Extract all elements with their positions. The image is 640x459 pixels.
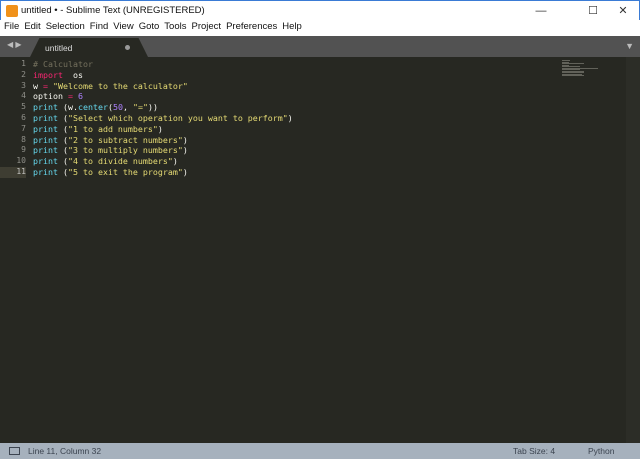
code-token: (: [57, 123, 68, 134]
code-token: "2 to subtract numbers": [67, 134, 183, 145]
tab-size-selector[interactable]: Tab Size: 4: [513, 446, 555, 456]
code-token: "5 to exit the program": [67, 166, 183, 177]
code-token: print: [33, 112, 58, 123]
panel-toggle-icon[interactable]: [9, 447, 20, 455]
code-token: ): [172, 156, 178, 167]
close-button[interactable]: ✕: [608, 3, 638, 19]
tab-menu-icon[interactable]: ▼: [625, 41, 634, 51]
code-editor[interactable]: 1 2 3 4 5 6 7 8 9 10 11 # Calculator import os w = "…: [0, 57, 640, 443]
status-bar: Line 11, Column 32 Tab Size: 4 Python: [0, 443, 640, 459]
menu-help[interactable]: Help: [278, 20, 302, 36]
code-token: option: [33, 91, 68, 102]
tab-nav-arrows-icon[interactable]: ◀ ▶: [7, 40, 22, 49]
code-line[interactable]: print (w.center(50, "=")): [33, 102, 570, 113]
code-token: (w.: [57, 102, 78, 113]
code-token: (: [57, 166, 68, 177]
code-line[interactable]: option = 6: [33, 91, 570, 102]
code-token: 6: [72, 91, 83, 102]
syntax-selector[interactable]: Python: [588, 446, 614, 456]
code-token: print: [33, 166, 58, 177]
code-line[interactable]: print ("Select which operation you want …: [33, 113, 570, 124]
code-area[interactable]: # Calculator import os w = "Welcome to the…: [33, 59, 570, 178]
code-token: w: [33, 80, 43, 91]
code-line[interactable]: # Calculator: [33, 59, 570, 70]
menu-edit[interactable]: Edit: [20, 20, 40, 36]
code-token: # Calculator: [33, 59, 93, 69]
code-token: ): [287, 112, 293, 123]
menu-view[interactable]: View: [109, 20, 133, 36]
code-token: (: [57, 112, 68, 123]
line-number: 4: [21, 91, 26, 101]
vertical-scrollbar[interactable]: [626, 57, 640, 443]
code-token: "3 to multiply numbers": [67, 145, 183, 156]
code-token: print: [33, 145, 58, 156]
code-token: (: [57, 156, 68, 167]
code-line[interactable]: print ("2 to subtract numbers"): [33, 135, 570, 146]
code-line[interactable]: import os: [33, 70, 570, 81]
menu-goto[interactable]: Goto: [135, 20, 160, 36]
menu-file[interactable]: File: [0, 20, 19, 36]
cursor-position: Line 11, Column 32: [28, 446, 102, 456]
line-number: 3: [21, 80, 26, 90]
code-token: "Welcome to the calculator": [48, 80, 188, 91]
line-number: 9: [21, 145, 26, 155]
minimap[interactable]: [562, 60, 598, 76]
code-line[interactable]: print ("4 to divide numbers"): [33, 156, 570, 167]
line-number: 5: [21, 102, 26, 112]
code-token: "=": [132, 102, 148, 113]
line-number-gutter: 1 2 3 4 5 6 7 8 9 10 11: [0, 59, 26, 178]
maximize-button[interactable]: ☐: [578, 3, 608, 19]
code-token: ): [182, 145, 188, 156]
menu-preferences[interactable]: Preferences: [222, 20, 277, 36]
line-number: 8: [21, 134, 26, 144]
window-title: untitled • - Sublime Text (UNREGISTERED): [21, 5, 205, 16]
tab-bar: ◀ ▶ untitled ▼: [0, 36, 640, 57]
line-number: 11: [0, 166, 26, 178]
code-token: ): [157, 123, 163, 134]
code-token: "1 to add numbers": [67, 123, 158, 134]
menu-project[interactable]: Project: [187, 20, 221, 36]
line-number: 6: [21, 112, 26, 122]
code-token: print: [33, 134, 58, 145]
code-token: ): [182, 166, 188, 177]
code-line[interactable]: w = "Welcome to the calculator": [33, 81, 570, 92]
minimap-line: [562, 75, 584, 76]
code-token: )): [147, 102, 158, 113]
title-bar: untitled • - Sublime Text (UNREGISTERED)…: [0, 0, 640, 20]
minimize-button[interactable]: —: [526, 3, 556, 19]
code-token: "4 to divide numbers": [67, 156, 173, 167]
menu-bar: File Edit Selection Find View Goto Tools Projec…: [0, 20, 640, 36]
code-token: print: [33, 102, 58, 113]
code-token: (: [57, 134, 68, 145]
code-token: ): [182, 134, 188, 145]
code-token: 50: [112, 102, 123, 113]
line-number: 7: [21, 123, 26, 133]
menu-tools[interactable]: Tools: [160, 20, 186, 36]
code-token: center: [77, 102, 108, 113]
tab-untitled[interactable]: untitled: [30, 38, 148, 57]
line-number: 1: [21, 59, 26, 68]
code-token: (: [57, 145, 68, 156]
menu-find[interactable]: Find: [86, 20, 108, 36]
sublime-logo-icon: [6, 5, 18, 17]
code-token: "Select which operation you want to perf…: [67, 112, 288, 123]
line-number: 2: [21, 69, 26, 79]
code-line[interactable]: print ("1 to add numbers"): [33, 124, 570, 135]
code-token: print: [33, 156, 58, 167]
code-token: ,: [122, 102, 133, 113]
menu-selection[interactable]: Selection: [42, 20, 85, 36]
tab-label: untitled: [45, 43, 73, 53]
unsaved-dot-icon[interactable]: [125, 45, 130, 50]
code-token: import: [33, 69, 63, 80]
code-line[interactable]: print ("3 to multiply numbers"): [33, 145, 570, 156]
code-line[interactable]: print ("5 to exit the program"): [33, 167, 570, 178]
line-number: 10: [16, 156, 26, 166]
code-token: print: [33, 123, 58, 134]
code-token: os: [62, 69, 83, 80]
